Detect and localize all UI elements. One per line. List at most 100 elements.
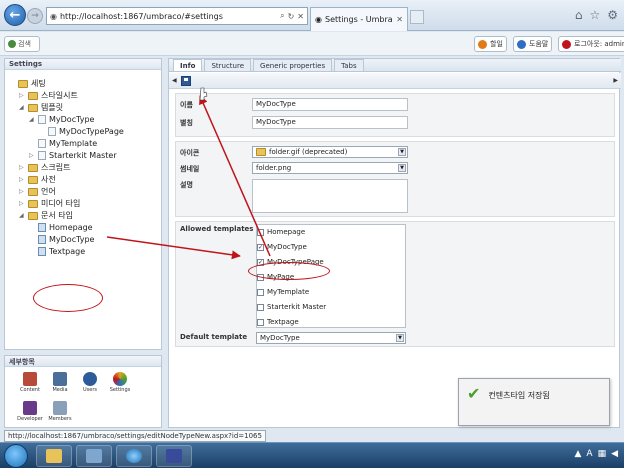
tree-toggle-icon[interactable]: ▷ (19, 188, 25, 195)
icon-select[interactable]: folder.gif (deprecated) ▼ (252, 146, 408, 158)
home-icon[interactable]: ⌂ (575, 8, 583, 22)
search-button[interactable]: 검색 (4, 36, 40, 52)
address-bar[interactable]: ◉ http://localhost:1867/umbraco/#setting… (46, 7, 308, 25)
new-tab-button[interactable] (410, 10, 424, 24)
favorites-star-icon[interactable]: ☆ (589, 8, 600, 22)
checkbox[interactable]: ✓ (257, 243, 264, 251)
template-checkbox-row[interactable]: Homepage (257, 228, 305, 236)
tree-item[interactable]: ▷ 스크립트 (19, 162, 70, 173)
tree-item-label: Homepage (49, 223, 93, 232)
section-users[interactable]: Users (75, 372, 105, 393)
tree-toggle-icon[interactable]: ▷ (29, 152, 35, 159)
template-checkbox-row[interactable]: Textpage (257, 318, 299, 326)
network-icon[interactable]: ▦ (598, 449, 607, 459)
section-users-label: Users (82, 387, 97, 393)
toolbar-left-chevron-icon[interactable]: ◀ (172, 77, 177, 84)
document-icon (38, 151, 46, 160)
name-field[interactable]: MyDocType (252, 98, 408, 111)
folder-icon (28, 175, 38, 184)
browser-tab[interactable]: ◉ Settings - Umbraco CMS -... ✕ (310, 7, 408, 31)
tree-toggle-icon[interactable]: ▷ (19, 92, 25, 99)
tray-up-icon[interactable]: ▲ (574, 449, 581, 459)
tasks-button[interactable]: 할일 (474, 36, 507, 52)
template-checkbox-label: Homepage (267, 228, 306, 236)
members-icon (53, 401, 67, 415)
checkbox[interactable] (257, 318, 264, 326)
help-label: 도움말 (529, 40, 549, 48)
checkbox[interactable] (257, 288, 264, 296)
template-checkbox-row[interactable]: ✓ MyDocType (257, 243, 307, 251)
section-settings[interactable]: Settings (105, 372, 135, 393)
tree-item[interactable]: ▷ 스타일시트 (19, 90, 78, 101)
tree-item[interactable]: 세팅 (9, 78, 46, 89)
tab-close-icon[interactable]: ✕ (396, 15, 403, 24)
folder-icon (28, 103, 38, 112)
alias-field[interactable]: MyDocType (252, 116, 408, 129)
tree-item[interactable]: ▷ Starterkit Master (29, 150, 117, 161)
template-checkbox-row[interactable]: Starterkit Master (257, 303, 326, 311)
icon-label: 아이콘 (180, 149, 200, 157)
logout-button[interactable]: 로그아웃: admin (558, 36, 624, 52)
help-icon (517, 39, 526, 49)
tree-item[interactable]: ◢ 문서 타입 (19, 210, 73, 221)
section-content[interactable]: Content (15, 372, 45, 393)
tree-item[interactable]: MyDocTypePage (39, 126, 124, 137)
tree-item-label: 언어 (41, 187, 56, 196)
document-icon (38, 115, 46, 124)
settings-gear-icon[interactable]: ⚙ (607, 8, 618, 22)
tree-item[interactable]: ◢ MyDocType (29, 114, 94, 125)
refresh-icon[interactable]: ↻ (288, 12, 295, 21)
folder-icon (18, 79, 28, 88)
volume-icon[interactable]: ◀ (611, 449, 618, 459)
tree-item[interactable]: Textpage (29, 246, 85, 257)
section-media[interactable]: Media (45, 372, 75, 393)
tree-toggle-icon[interactable]: ◢ (19, 212, 25, 219)
tree-toggle-icon[interactable]: ▷ (19, 176, 25, 183)
search-icon[interactable]: ⌕ (280, 11, 284, 21)
help-button[interactable]: 도움말 (513, 36, 553, 52)
thumbnail-select[interactable]: folder.png ▼ (252, 162, 408, 174)
tree-toggle-icon[interactable]: ◢ (29, 116, 35, 123)
tab-generic-properties[interactable]: Generic properties (253, 59, 333, 71)
tree-item-label: 템플릿 (41, 103, 64, 112)
default-template-select[interactable]: MyDocType ▼ (256, 332, 406, 344)
template-checkbox-label: MyDocType (267, 243, 307, 251)
tree-item[interactable]: ▷ 미디어 타입 (19, 198, 80, 209)
tree-toggle-icon[interactable]: ◢ (19, 104, 25, 111)
checkbox[interactable] (257, 303, 264, 311)
explorer-taskbar-app[interactable] (36, 445, 72, 467)
back-button[interactable]: ← (4, 4, 26, 26)
forward-button[interactable]: → (27, 8, 43, 24)
tab-favicon: ◉ (315, 15, 322, 24)
section-members[interactable]: Members (45, 401, 75, 422)
address-url[interactable]: http://localhost:1867/umbraco/#settings (60, 12, 277, 21)
save-icon[interactable] (181, 76, 191, 86)
start-button[interactable] (4, 444, 28, 468)
tab-structure[interactable]: Structure (204, 59, 252, 71)
window-icon (86, 449, 102, 463)
logout-label: 로그아웃: admin (574, 40, 624, 48)
section-members-label: Members (48, 416, 72, 422)
ie-taskbar-app[interactable] (116, 445, 152, 467)
tree-toggle-icon[interactable]: ▷ (19, 200, 25, 207)
description-textarea[interactable] (252, 179, 408, 213)
tree-item-label: MyDocType (49, 235, 95, 244)
app4-taskbar-app[interactable] (156, 445, 192, 467)
document-icon (38, 235, 46, 244)
template-checkbox-row[interactable]: MyTemplate (257, 288, 309, 296)
tab-tabs[interactable]: Tabs (334, 59, 364, 71)
app2-taskbar-app[interactable] (76, 445, 112, 467)
tree-item[interactable]: ▷ 사전 (19, 174, 56, 185)
tree-item[interactable]: MyDocType (29, 234, 94, 245)
tree-item[interactable]: Homepage (29, 222, 93, 233)
tab-info[interactable]: Info (173, 59, 203, 71)
checkbox[interactable] (257, 228, 264, 236)
tree-item[interactable]: ◢ 템플릿 (19, 102, 63, 113)
tree-toggle-icon[interactable]: ▷ (19, 164, 25, 171)
toolbar-right-chevron-icon[interactable]: ▶ (613, 77, 618, 84)
section-developer[interactable]: Developer (15, 401, 45, 422)
tree-item[interactable]: ▷ 언어 (19, 186, 56, 197)
ime-icon[interactable]: A (586, 449, 592, 459)
stop-icon[interactable]: ✕ (297, 12, 304, 21)
tree-item[interactable]: MyTemplate (29, 138, 97, 149)
